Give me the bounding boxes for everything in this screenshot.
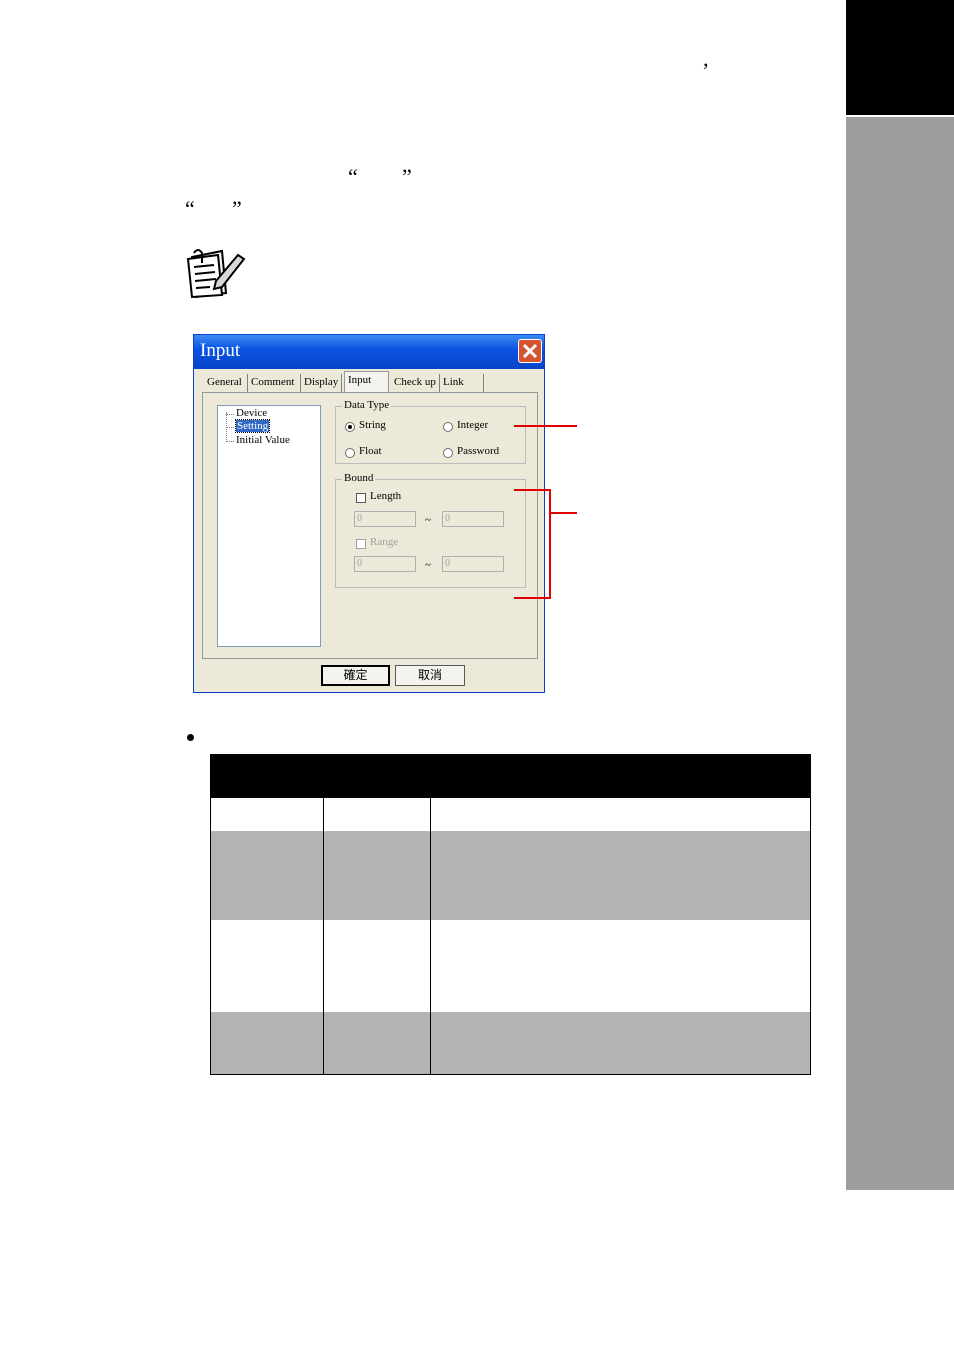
table-row <box>211 920 810 1012</box>
string-label: String <box>359 419 386 431</box>
open-quote-1: “ <box>348 164 358 189</box>
range-max-field[interactable]: 0 <box>442 556 504 572</box>
data-type-label: Data Type <box>342 399 392 411</box>
integer-label: Integer <box>457 419 489 431</box>
radio-float[interactable] <box>345 448 355 458</box>
annotation-line-bound-bottom <box>514 597 551 599</box>
tab-comment[interactable]: Comment <box>248 374 301 392</box>
dialog-title: Input <box>200 340 241 361</box>
range-checkbox[interactable] <box>356 539 366 549</box>
table-row <box>211 798 810 831</box>
tab-panel: Device Setting Initial Value Data Type S… <box>202 392 538 659</box>
data-type-group: Data Type String Integer Float Password <box>335 399 526 464</box>
length-label: Length <box>370 490 402 502</box>
range-label: Range <box>370 536 399 548</box>
table-row <box>211 831 810 920</box>
radio-string[interactable] <box>345 422 355 432</box>
info-table <box>210 754 811 1075</box>
length-checkbox[interactable] <box>356 493 366 503</box>
radio-integer[interactable] <box>443 422 453 432</box>
annotation-bracket-bound <box>549 489 551 599</box>
close-quote-1: ” <box>402 164 412 189</box>
ok-button[interactable]: 確定 <box>321 665 390 686</box>
tree-branch <box>226 414 234 415</box>
tab-link[interactable]: Link <box>440 374 484 392</box>
table-row <box>211 1012 810 1074</box>
table-column-divider <box>323 755 324 1074</box>
bound-group: Bound Length 0 ~ 0 Range 0 ~ 0 <box>335 472 526 588</box>
annotation-line-bound-top <box>514 489 551 491</box>
range-min-field[interactable]: 0 <box>354 556 416 572</box>
close-icon <box>522 343 538 359</box>
side-tab-black <box>846 0 954 115</box>
table-column-divider <box>430 755 431 1074</box>
radio-password[interactable] <box>443 448 453 458</box>
settings-tree[interactable]: Device Setting Initial Value <box>217 405 321 647</box>
tree-item-initial-value[interactable]: Initial Value <box>236 434 290 446</box>
comma-mark: ’ <box>702 58 710 83</box>
bound-label: Bound <box>342 472 376 484</box>
tab-display[interactable]: Display <box>301 374 342 392</box>
tree-branch <box>226 441 234 442</box>
bullet-point <box>187 734 194 741</box>
range-tilde: ~ <box>425 559 431 571</box>
float-label: Float <box>359 445 382 457</box>
password-label: Password <box>457 445 500 457</box>
tab-input[interactable]: Input <box>344 371 389 392</box>
tab-general[interactable]: General <box>204 374 248 392</box>
length-tilde: ~ <box>425 514 431 526</box>
note-pencil-icon <box>186 249 246 299</box>
table-header-row <box>211 755 810 798</box>
side-tab-gray <box>846 117 954 1190</box>
annotation-line-data-type <box>514 425 577 427</box>
annotation-line-bound-pointer <box>549 512 577 514</box>
tree-item-device[interactable]: Device <box>236 407 267 419</box>
dialog-titlebar: Input <box>194 335 544 369</box>
tree-branch <box>226 427 234 428</box>
cancel-button[interactable]: 取消 <box>395 665 465 686</box>
close-button[interactable] <box>518 339 542 363</box>
length-min-field[interactable]: 0 <box>354 511 416 527</box>
close-quote-2: ” <box>232 196 242 221</box>
length-max-field[interactable]: 0 <box>442 511 504 527</box>
tab-check-up[interactable]: Check up <box>391 374 440 392</box>
tree-item-setting[interactable]: Setting <box>234 419 271 433</box>
open-quote-2: “ <box>185 196 195 221</box>
input-dialog: Input General Comment Display Input Chec… <box>193 334 545 693</box>
